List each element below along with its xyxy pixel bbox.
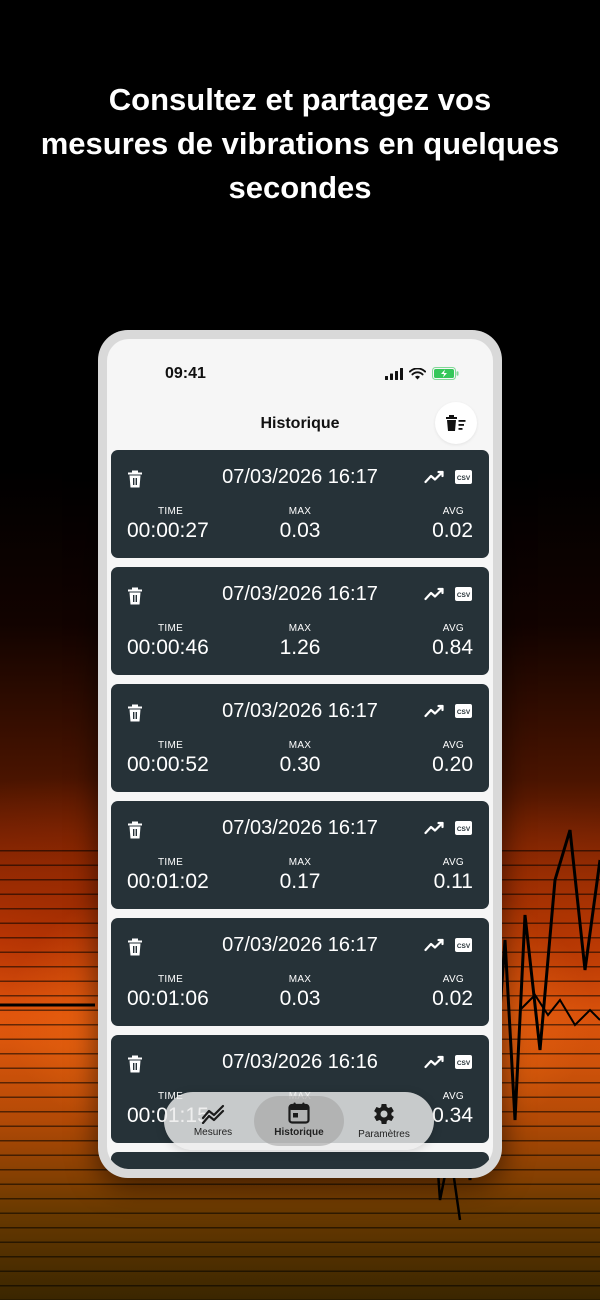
csv-label: CSV [457,592,471,599]
phone-frame: 09:41 Historique 07/03/2026 16:17 CSV TI… [98,330,502,1178]
max-label: MAX [288,740,312,751]
headline-line-2: mesures de vibrations en quelques [40,126,560,161]
avg-label: AVG [442,740,464,751]
calendar-icon [288,1102,310,1124]
max-value: 0.17 [279,870,321,893]
csv-export-icon[interactable]: CSV [455,587,472,606]
phone-screen: 09:41 Historique 07/03/2026 16:17 CSV TI… [107,339,493,1169]
tab-mesures[interactable]: Mesures [168,1096,258,1146]
max-label: MAX [288,974,312,985]
gear-icon [374,1104,394,1124]
csv-label: CSV [457,826,471,833]
chart-trend-icon[interactable] [424,1055,444,1074]
chart-trend-icon[interactable] [424,587,444,606]
chart-trend-icon[interactable] [424,704,444,723]
history-card[interactable]: 07/03/2026 16:17 CSV TIME MAX AVG 00:00:52 0.3… [111,684,489,792]
tab-bar: Mesures Historique Paramètres [164,1092,434,1150]
avg-value: 0.02 [432,519,473,542]
avg-value: 0.34 [432,1104,473,1127]
chart-trend-icon[interactable] [424,938,444,957]
csv-label: CSV [457,475,471,482]
avg-label: AVG [442,506,464,517]
avg-label: AVG [442,974,464,985]
csv-export-icon[interactable]: CSV [455,470,472,489]
history-list: 07/03/2026 16:17 CSV TIME MAX AVG 00:00:27 0.0… [111,450,489,1169]
max-label: MAX [288,623,312,634]
avg-label: AVG [442,623,464,634]
avg-value: 0.02 [432,987,473,1010]
headline: Consultez et partagez vos mesures de vib… [0,78,600,210]
csv-label: CSV [457,709,471,716]
avg-value: 0.84 [432,636,473,659]
status-time: 09:41 [165,365,206,382]
avg-value: 0.20 [432,753,473,776]
avg-label: AVG [442,1091,464,1102]
history-card[interactable]: 07/03/2026 16:17 CSV TIME MAX AVG 00:01:06 0.0… [111,918,489,1026]
tab-historique[interactable]: Historique [254,1096,344,1146]
history-card-partial[interactable] [111,1152,489,1169]
clear-history-button[interactable] [435,402,477,444]
avg-label: AVG [442,857,464,868]
csv-label: CSV [457,943,471,950]
history-card[interactable]: 07/03/2026 16:17 CSV TIME MAX AVG 00:00:46 1.2… [111,567,489,675]
csv-export-icon[interactable]: CSV [455,938,472,957]
max-label: MAX [288,857,312,868]
tab-historique-label: Historique [274,1127,324,1138]
tab-mesures-label: Mesures [193,1127,233,1138]
history-card[interactable]: 07/03/2026 16:17 CSV TIME MAX AVG 00:01:02 0.1… [111,801,489,909]
headline-line-1: Consultez et partagez vos [108,82,492,117]
wifi-icon [409,367,426,379]
history-card[interactable]: 07/03/2026 16:17 CSV TIME MAX AVG 00:00:27 0.0… [111,450,489,558]
chart-line-icon [201,1104,225,1124]
csv-export-icon[interactable]: CSV [455,704,472,723]
cellular-signal-icon [385,367,403,380]
trash-list-icon [446,415,466,431]
chart-trend-icon[interactable] [424,470,444,489]
avg-value: 0.11 [433,870,473,893]
headline-line-3: secondes [228,170,372,205]
max-label: MAX [288,506,312,517]
battery-charging-icon [432,367,459,380]
csv-export-icon[interactable]: CSV [455,1055,472,1074]
csv-label: CSV [457,1060,471,1067]
status-icons [385,367,459,380]
csv-export-icon[interactable]: CSV [455,821,472,840]
tab-parametres[interactable]: Paramètres [339,1096,429,1146]
chart-trend-icon[interactable] [424,821,444,840]
status-bar: 09:41 [107,339,493,389]
tab-parametres-label: Paramètres [358,1129,410,1140]
